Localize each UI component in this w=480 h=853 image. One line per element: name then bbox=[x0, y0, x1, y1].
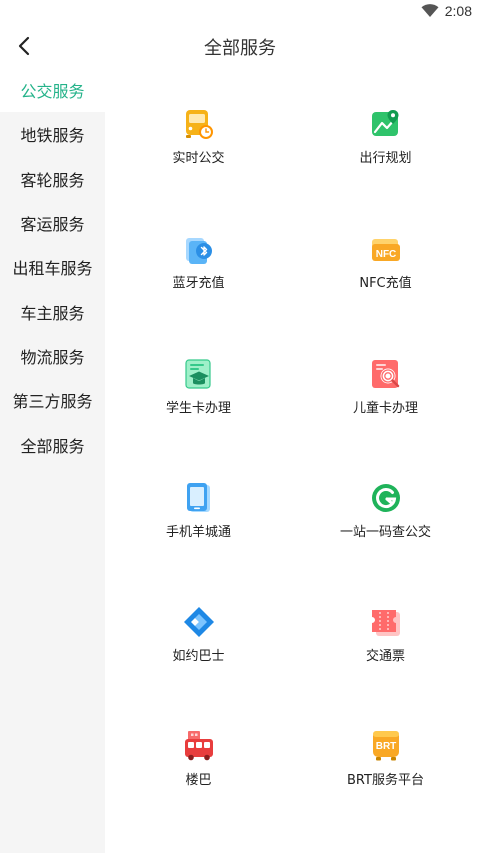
service-building-bus[interactable]: 楼巴 bbox=[105, 730, 292, 788]
nfc-card-icon: NFC bbox=[371, 239, 400, 261]
bus-clock-icon bbox=[185, 110, 213, 139]
ruyue-bus-icon bbox=[183, 607, 214, 637]
sidebar-item-label: 出租车服务 bbox=[12, 259, 93, 279]
mobile-phone-icon bbox=[186, 483, 210, 512]
service-child-card[interactable]: 儿童卡办理 bbox=[292, 358, 479, 416]
sidebar-item-label: 车主服务 bbox=[20, 303, 85, 323]
sidebar-item-label: 地铁服务 bbox=[20, 126, 85, 146]
bluetooth-card-icon bbox=[185, 238, 212, 264]
service-student-card[interactable]: 学生卡办理 bbox=[105, 358, 292, 416]
service-mobile-yct[interactable]: 手机羊城通 bbox=[105, 482, 292, 540]
sidebar-item-ferry[interactable]: 客轮服务 bbox=[0, 157, 105, 201]
status-bar: 2:08 bbox=[0, 0, 480, 24]
service-brt-platform[interactable]: BRT BRT服务平台 bbox=[292, 730, 479, 788]
brt-bus-icon: BRT bbox=[372, 731, 399, 761]
brt-badge-text: BRT bbox=[375, 741, 396, 752]
ticket-icon bbox=[371, 610, 400, 636]
child-card-icon bbox=[371, 360, 399, 388]
service-trip-planning[interactable]: 出行规划 bbox=[292, 108, 479, 166]
service-label: 学生卡办理 bbox=[165, 401, 231, 416]
service-bluetooth-recharge[interactable]: 蓝牙充值 bbox=[105, 233, 292, 291]
sidebar-item-metro[interactable]: 地铁服务 bbox=[0, 112, 105, 156]
sidebar-item-label: 物流服务 bbox=[20, 347, 85, 367]
service-label: 儿童卡办理 bbox=[352, 401, 418, 416]
service-nfc-recharge[interactable]: NFC NFC充值 bbox=[292, 233, 479, 291]
student-card-icon bbox=[184, 359, 211, 389]
wifi-icon bbox=[421, 4, 439, 17]
service-traffic-ticket[interactable]: 交通票 bbox=[292, 606, 479, 664]
service-label: 出行规划 bbox=[359, 151, 412, 166]
sidebar-item-label: 客轮服务 bbox=[20, 170, 85, 190]
service-label: 一站一码查公交 bbox=[339, 525, 431, 540]
service-label: 楼巴 bbox=[185, 773, 212, 788]
sidebar-item-label: 客运服务 bbox=[20, 215, 85, 235]
service-label: 手机羊城通 bbox=[165, 525, 231, 540]
service-label: 蓝牙充值 bbox=[172, 276, 225, 291]
sidebar-item-label: 公交服务 bbox=[20, 82, 85, 102]
service-label: 如约巴士 bbox=[172, 649, 225, 664]
service-label: 交通票 bbox=[365, 649, 405, 664]
sidebar-item-coach[interactable]: 客运服务 bbox=[0, 201, 105, 245]
status-time: 2:08 bbox=[444, 3, 472, 19]
g-circle-icon bbox=[371, 484, 400, 512]
service-ruyue-bus[interactable]: 如约巴士 bbox=[105, 606, 292, 664]
sidebar-item-taxi[interactable]: 出租车服务 bbox=[0, 245, 105, 289]
map-route-icon bbox=[371, 110, 398, 136]
sidebar-item-label: 全部服务 bbox=[20, 436, 85, 456]
header: 全部服务 bbox=[0, 24, 480, 68]
service-label: BRT服务平台 bbox=[347, 773, 424, 788]
category-sidebar: 公交服务 地铁服务 客轮服务 客运服务 出租车服务 车主服务 物流服务 第三方服… bbox=[0, 68, 105, 853]
sidebar-item-all[interactable]: 全部服务 bbox=[0, 422, 105, 466]
nfc-badge-text: NFC bbox=[375, 249, 396, 260]
sidebar-item-bus[interactable]: 公交服务 bbox=[0, 68, 105, 113]
page-title: 全部服务 bbox=[204, 38, 276, 59]
sidebar-item-car-owner[interactable]: 车主服务 bbox=[0, 289, 105, 333]
sidebar-item-logistics[interactable]: 物流服务 bbox=[0, 334, 105, 378]
service-realtime-bus[interactable]: 实时公交 bbox=[105, 108, 292, 166]
sidebar-item-label: 第三方服务 bbox=[12, 392, 93, 412]
sidebar-item-third-party[interactable]: 第三方服务 bbox=[0, 378, 105, 422]
building-bus-icon bbox=[184, 731, 213, 761]
status-right: 2:08 bbox=[421, 3, 472, 19]
service-label: 实时公交 bbox=[172, 151, 225, 166]
service-label: NFC充值 bbox=[359, 276, 412, 291]
service-stop-code[interactable]: 一站一码查公交 bbox=[292, 482, 479, 540]
